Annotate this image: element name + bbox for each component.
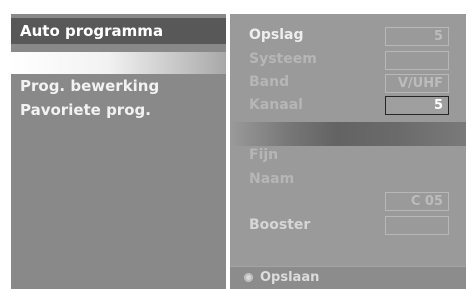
tv-menu-screen: Auto programma Prog. bewerking Pavoriete…: [0, 0, 476, 289]
menu-item-auto-programma[interactable]: Auto programma: [11, 18, 226, 44]
systeem-field[interactable]: [385, 51, 449, 70]
systeem-label: Systeem: [249, 51, 317, 67]
kanaal-label: Kanaal: [249, 97, 303, 113]
settings-panel: Opslag 5 Systeem Band V/UHF Kanaal 5 Fij…: [230, 14, 466, 289]
naam-label: Naam: [249, 171, 295, 187]
circle-button-icon: [244, 273, 253, 282]
opslaan-label[interactable]: Opslaan: [260, 270, 319, 285]
menu-item-prog-bewerking[interactable]: Prog. bewerking: [11, 73, 226, 99]
booster-field[interactable]: [385, 216, 449, 235]
menu-item-manual-programma[interactable]: [11, 52, 226, 74]
naam-field[interactable]: C 05: [385, 192, 449, 211]
kanaal-field[interactable]: 5: [385, 96, 449, 115]
opslag-field[interactable]: 5: [385, 27, 449, 46]
divider-band: [230, 122, 466, 146]
band-label: Band: [249, 74, 290, 90]
menu-item-favoriete-prog[interactable]: Pavoriete prog.: [11, 97, 226, 123]
booster-label: Booster: [249, 217, 311, 233]
footer-bar: Opslaan: [230, 266, 466, 289]
band-field[interactable]: V/UHF: [385, 74, 449, 93]
fijn-label: Fijn: [249, 147, 279, 163]
opslag-label: Opslag: [249, 27, 304, 43]
left-menu-panel: Auto programma Prog. bewerking Pavoriete…: [11, 14, 226, 289]
